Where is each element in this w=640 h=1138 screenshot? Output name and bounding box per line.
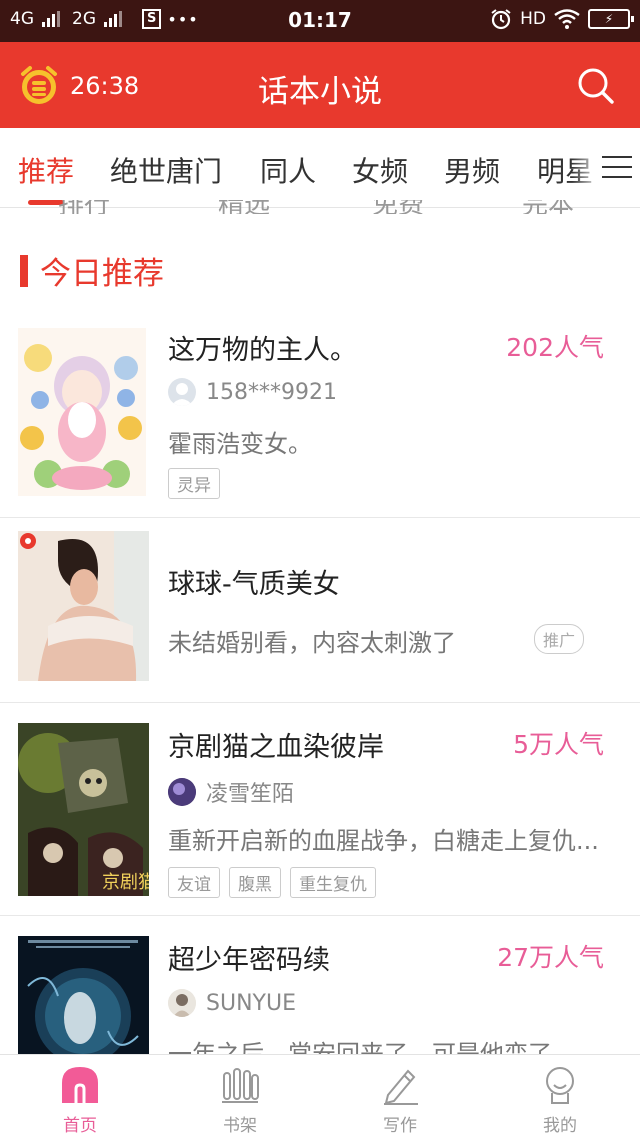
nav-bookshelf[interactable]: 书架 <box>160 1055 320 1138</box>
tab-fanfic[interactable]: 同人 <box>260 150 316 190</box>
nav-label: 书架 <box>223 1116 257 1136</box>
bookshelf-icon <box>222 1068 259 1103</box>
author-avatar <box>168 989 196 1017</box>
app-title: 话本小说 <box>258 74 382 110</box>
author-row[interactable]: SUNYUE <box>168 989 296 1017</box>
book-card[interactable]: 这万物的主人。 202人气 158***9921 霍雨浩变女。 灵异 <box>0 318 640 518</box>
alarm-icon <box>491 9 511 30</box>
profile-icon <box>546 1067 574 1104</box>
cover-art <box>20 344 142 490</box>
ad-badge: 推广 <box>533 624 584 654</box>
book-description: 霍雨浩变女。 <box>168 430 312 458</box>
tag[interactable]: 友谊 <box>168 867 220 898</box>
cover-art: 京剧猫 <box>18 723 149 896</box>
book-card[interactable]: 超少年密码续 27万人气 SUNYUE 一年之后，常安回来了，可是他变了 <box>0 916 640 1054</box>
shortcut-row: 排行 精选 免费 完本 <box>0 200 640 214</box>
nav-home[interactable]: 首页 <box>0 1055 160 1138</box>
tab-female[interactable]: 女频 <box>352 150 408 190</box>
tag[interactable]: 灵异 <box>168 468 220 499</box>
author-name: SUNYUE <box>206 990 296 1016</box>
popularity: 27万人气 <box>497 943 604 972</box>
nav-profile[interactable]: 我的 <box>480 1055 640 1138</box>
ad-card[interactable]: 球球-气质美女 未结婚别看，内容太刺激了 推广 <box>0 518 640 702</box>
tag[interactable]: 腹黑 <box>229 867 281 898</box>
shortcut-featured[interactable]: 精选 <box>218 200 270 214</box>
tag-list: 友谊 腹黑 重生复仇 <box>168 867 376 898</box>
shortcut-completed[interactable]: 完本 <box>522 200 574 214</box>
nav-label: 写作 <box>383 1116 417 1136</box>
search-icon[interactable] <box>576 66 616 106</box>
app-screen: 4G 2G S ••• 01:17 HD ⚡ 26:38 话本小说 推荐 绝世唐… <box>0 0 640 1138</box>
book-title: 京剧猫之血染彼岸 <box>168 732 384 763</box>
ad-art <box>18 531 149 681</box>
book-title: 这万物的主人。 <box>168 335 357 366</box>
book-cover[interactable] <box>18 328 146 496</box>
book-cover[interactable]: 京剧猫 <box>18 723 149 896</box>
popularity: 202人气 <box>506 333 604 362</box>
author-name: 158***9921 <box>206 379 337 405</box>
ad-image[interactable] <box>18 531 149 681</box>
pen-icon <box>384 1069 418 1105</box>
wifi-icon <box>554 9 580 29</box>
battery-icon: ⚡ <box>588 9 634 29</box>
popularity: 5万人气 <box>513 730 604 759</box>
nav-label: 首页 <box>63 1116 97 1136</box>
section-bar <box>20 254 28 287</box>
home-icon <box>62 1067 98 1103</box>
status-right: HD ⚡ <box>490 8 634 30</box>
book-cover[interactable] <box>18 936 149 1054</box>
bottom-nav: 首页 书架 写作 我的 <box>0 1054 640 1138</box>
book-title: 超少年密码续 <box>168 945 330 976</box>
tab-male[interactable]: 男频 <box>444 150 500 190</box>
section-title: 今日推荐 <box>40 256 164 292</box>
author-row[interactable]: 凌雪笙陌 <box>168 776 294 808</box>
app-header: 26:38 话本小说 <box>0 42 640 128</box>
author-row[interactable]: 158***9921 <box>168 378 337 406</box>
author-avatar <box>168 778 196 806</box>
category-tab-bar: 推荐 绝世唐门 同人 女频 男频 明星 <box>0 128 640 208</box>
author-name: 凌雪笙陌 <box>206 782 295 807</box>
shortcut-free[interactable]: 免费 <box>372 200 424 214</box>
tab-jueshi-tangmen[interactable]: 绝世唐门 <box>110 150 222 190</box>
book-description: 重新开启新的血腥战争，白糖走上复仇... <box>168 827 599 855</box>
section-header: 今日推荐 <box>20 248 164 293</box>
status-bar: 4G 2G S ••• 01:17 HD ⚡ <box>0 0 640 42</box>
tag-list: 灵异 <box>168 468 220 499</box>
tag[interactable]: 重生复仇 <box>290 867 376 898</box>
ad-description: 未结婚别看，内容太刺激了 <box>168 629 456 657</box>
menu-icon[interactable] <box>602 156 632 180</box>
book-description: 一年之后，常安回来了，可是他变了 <box>168 1040 552 1054</box>
hd-label: HD <box>520 9 546 29</box>
tab-recommend[interactable]: 推荐 <box>18 150 74 190</box>
shortcut-ranking[interactable]: 排行 <box>58 200 110 214</box>
cover-art <box>18 936 149 1054</box>
book-card[interactable]: 京剧猫 京剧猫之血染彼岸 5万人气 凌雪笙陌 重新开启新的血腥战争，白糖走上复仇… <box>0 703 640 915</box>
nav-write[interactable]: 写作 <box>320 1055 480 1138</box>
author-avatar <box>168 378 196 406</box>
ad-title: 球球-气质美女 <box>168 569 340 600</box>
tab-fade <box>572 138 602 198</box>
nav-label: 我的 <box>543 1116 577 1136</box>
svg-text:京剧猫: 京剧猫 <box>102 872 149 893</box>
